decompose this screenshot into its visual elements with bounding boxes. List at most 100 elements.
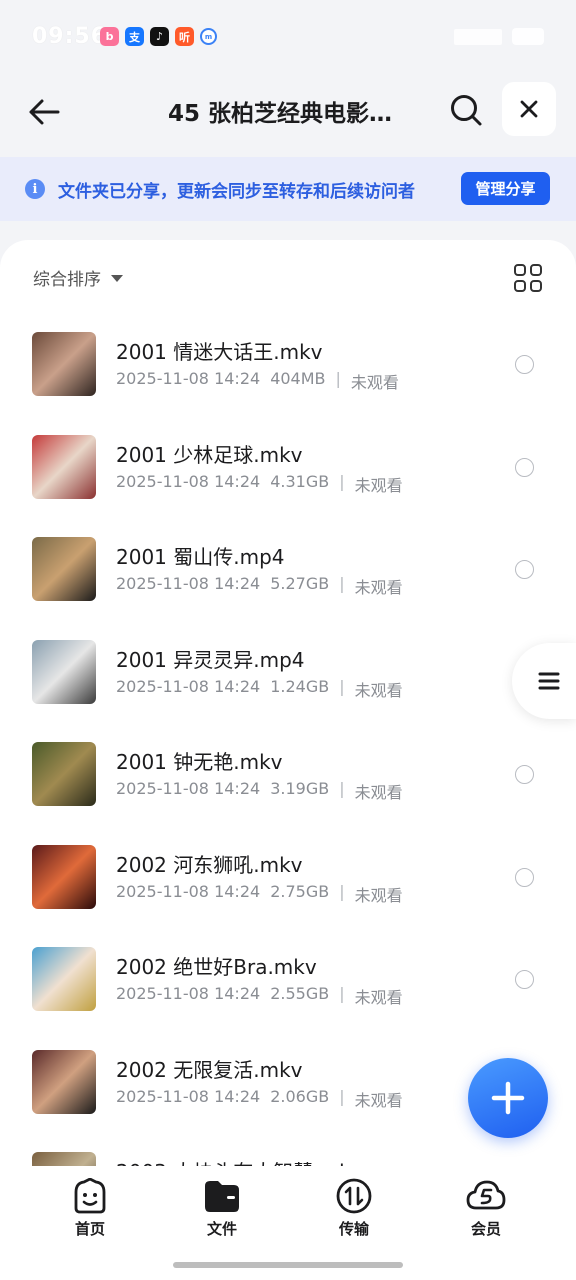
alipay-icon: 支 [125,27,144,46]
back-button[interactable] [22,90,66,134]
watch-status: 未观看 [354,783,403,802]
grid-icon-cell [530,280,542,292]
file-meta: 2025-11-08 14:24 4.31GB | 未观看 [116,472,403,496]
select-radio[interactable] [515,560,534,579]
watch-status: 未观看 [354,578,403,597]
file-row[interactable]: 2001 异灵灵异.mp4 2025-11-08 14:24 1.24GB | … [0,634,576,737]
file-meta: 2025-11-08 14:24 404MB | 未观看 [116,369,399,393]
file-meta: 2025-11-08 14:24 1.24GB | 未观看 [116,677,403,701]
watch-status: 未观看 [354,680,403,700]
file-date: 2025-11-08 14:24 [116,984,261,1003]
manage-share-button[interactable]: 管理分享 [461,172,550,205]
select-radio[interactable] [515,867,534,887]
video-thumbnail [32,332,96,396]
plus-icon [491,1081,525,1115]
sort-label: 综合排序 [33,270,101,290]
file-date: 2025-11-08 14:24 [116,574,261,593]
file-panel: 综合排序 2001 情迷大话王.mkv 2025-11-08 14:24 404… [0,240,576,1166]
status-app-icons: b 支 ♪ 听 m [100,27,217,46]
divider: | [339,984,345,1003]
page-title: 45 张柏芝经典电影… [168,101,393,127]
grid-icon-cell [514,280,526,292]
file-size: 5.27GB [270,574,330,593]
file-name: 2001 情迷大话王.mkv [116,340,323,364]
file-date: 2025-11-08 14:24 [116,881,261,901]
divider: | [339,471,345,491]
file-name: 2002 河东狮吼.mkv [116,852,303,877]
file-name: 2001 蜀山传.mp4 [116,545,285,569]
share-banner-text: 文件夹已分享，更新会同步至转存和后续访问者 [58,182,415,202]
bottom-nav: 首页 文件 传输 会员 [0,1166,576,1280]
home-indicator [173,1262,403,1268]
file-size: 3.19GB [270,779,330,798]
divider: | [339,676,345,696]
ting-icon: 听 [175,27,194,46]
file-meta: 2025-11-08 14:24 5.27GB | 未观看 [116,574,403,598]
nav-files[interactable]: 文件 [182,1178,262,1239]
grid-view-toggle[interactable] [514,264,542,292]
vip-cloud-icon [466,1180,506,1210]
file-date: 2025-11-08 14:24 [116,369,261,388]
file-size: 2.55GB [270,984,330,1003]
header: 45 张柏芝经典电影… [0,76,576,156]
search-icon [451,95,482,126]
sort-dropdown[interactable]: 综合排序 [33,265,123,290]
file-name: 2001 钟无艳.mkv [116,750,283,774]
video-thumbnail [32,1049,96,1114]
select-radio[interactable] [515,457,534,477]
app-icon: m [200,28,217,45]
video-thumbnail [32,947,96,1011]
status-bar: 09:56 b 支 ♪ 听 m [0,0,576,76]
file-meta: 2025-11-08 14:24 2.75GB | 未观看 [116,882,403,906]
file-row[interactable]: 2002 河东狮吼.mkv 2025-11-08 14:24 2.75GB | … [0,839,576,942]
file-meta: 2025-11-08 14:24 3.19GB | 未观看 [116,779,403,803]
watch-status: 未观看 [354,885,403,905]
select-radio[interactable] [515,355,534,374]
file-row[interactable]: 2003 大块头有大智慧.mkv [0,1146,576,1166]
caret-down-icon [111,275,123,282]
file-size: 1.24GB [270,676,330,696]
signal-icon [454,28,502,45]
file-row[interactable]: 2001 蜀山传.mp4 2025-11-08 14:24 5.27GB | 未… [0,531,576,634]
divider: | [339,1086,345,1106]
close-button[interactable] [502,82,556,136]
file-name: 2002 绝世好Bra.mkv [116,955,317,979]
file-size: 4.31GB [270,471,330,491]
select-radio[interactable] [515,765,534,784]
file-name: 2002 无限复活.mkv [116,1057,303,1082]
file-size: 404MB [270,369,326,388]
file-row[interactable]: 2002 绝世好Bra.mkv 2025-11-08 14:24 2.55GB … [0,941,576,1044]
divider: | [339,881,345,901]
transfer-icon [336,1178,372,1214]
share-banner: i 文件夹已分享，更新会同步至转存和后续访问者 管理分享 [0,157,576,221]
add-button[interactable] [468,1058,548,1138]
file-date: 2025-11-08 14:24 [116,471,261,491]
back-arrow-icon [29,99,60,125]
file-size: 2.06GB [270,1086,330,1106]
search-button[interactable] [444,88,488,132]
file-row[interactable]: 2001 少林足球.mkv 2025-11-08 14:24 4.31GB | … [0,429,576,532]
watch-status: 未观看 [354,988,403,1007]
nav-vip[interactable]: 会员 [446,1178,526,1239]
nav-transfer[interactable]: 传输 [314,1178,394,1239]
divider: | [339,574,345,593]
file-name: 2001 异灵灵异.mp4 [116,647,305,672]
file-row[interactable]: 2001 情迷大话王.mkv 2025-11-08 14:24 404MB | … [0,326,576,429]
battery-icon [512,28,544,45]
file-row[interactable]: 2001 钟无艳.mkv 2025-11-08 14:24 3.19GB | 未… [0,736,576,839]
file-date: 2025-11-08 14:24 [116,779,261,798]
nav-home[interactable]: 首页 [50,1178,130,1239]
file-size: 2.75GB [270,881,330,901]
info-icon: i [25,179,45,199]
close-icon [520,100,538,118]
menu-icon [538,672,560,690]
status-time: 09:56 [32,24,108,49]
video-thumbnail [32,639,96,704]
video-thumbnail [32,434,96,499]
file-meta: 2025-11-08 14:24 2.06GB | 未观看 [116,1087,403,1111]
grid-icon-cell [530,264,542,276]
grid-icon-cell [514,264,526,276]
watch-status: 未观看 [354,475,403,495]
video-thumbnail [32,742,96,806]
select-radio[interactable] [515,970,534,989]
